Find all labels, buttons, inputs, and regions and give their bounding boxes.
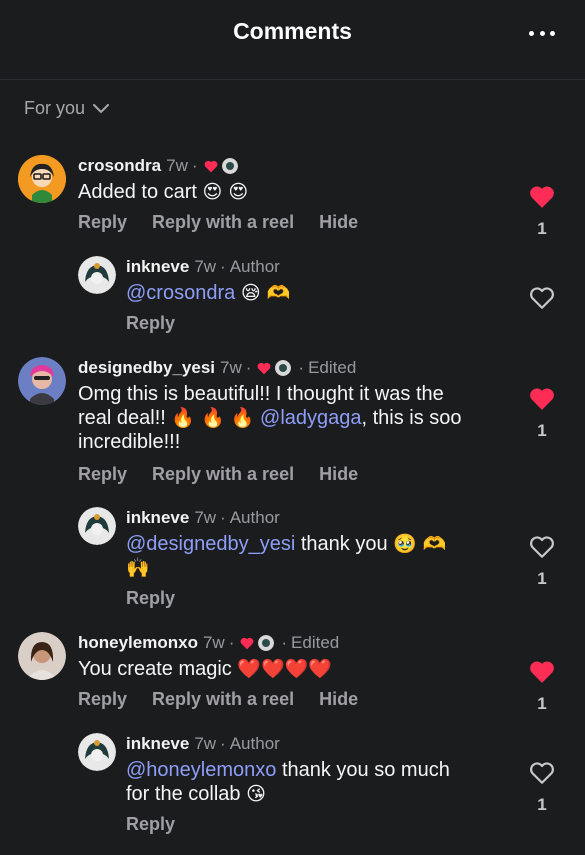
edited-label: Edited (308, 358, 357, 377)
like-count: 1 (537, 219, 547, 238)
author-badge: Author (229, 257, 280, 276)
reply-button[interactable]: Reply (126, 814, 175, 835)
hide-button[interactable]: Hide (319, 464, 358, 485)
heart-outline-icon[interactable] (529, 535, 555, 559)
comment-username[interactable]: inkneve (126, 734, 189, 754)
emoji: 😘 (246, 783, 266, 805)
creator-mini-avatar (275, 360, 292, 376)
emoji: 🥹 🫶 (393, 533, 447, 555)
header-bar: Comments (0, 0, 585, 80)
mention-link[interactable]: @ladygaga (260, 407, 361, 429)
comment-text: Added to cart 😍 😍 (78, 181, 249, 203)
dot-icon (529, 30, 534, 36)
hide-button[interactable]: Hide (319, 212, 358, 233)
reply-button[interactable]: Reply (78, 689, 127, 710)
heart-filled-icon[interactable] (529, 185, 555, 209)
emoji: 😪 🫶 (240, 282, 291, 304)
more-options-button[interactable] (529, 28, 555, 38)
like-count: 1 (537, 795, 547, 814)
avatar[interactable] (18, 632, 66, 680)
edited-label: Edited (291, 633, 340, 652)
comment-time: 7w (194, 508, 217, 527)
like-count: 1 (537, 421, 547, 440)
page-title: Comments (233, 18, 352, 44)
comment-username[interactable]: inkneve (126, 508, 189, 528)
heart-outline-icon[interactable] (529, 286, 555, 310)
chevron-down-icon (93, 103, 110, 113)
reply-with-reel-button[interactable]: Reply with a reel (152, 212, 294, 233)
creator-mini-avatar (221, 158, 238, 174)
like-count: 1 (537, 569, 547, 588)
creator-liked-heart-icon (204, 160, 217, 172)
hide-button[interactable]: Hide (319, 689, 358, 710)
creator-liked-heart-icon (240, 637, 254, 649)
comment-time: 7w (166, 156, 188, 175)
emoji: 🔥 🔥 🔥 (171, 407, 255, 429)
comment-time: 7w (220, 358, 242, 377)
comment-text: Omg this is beautiful!! I thought it was… (78, 383, 462, 453)
comment-username[interactable]: honeylemonxo (78, 633, 198, 653)
mention-link[interactable]: @designedby_yesi (126, 533, 295, 555)
comment-time: 7w (194, 734, 217, 753)
avatar[interactable] (78, 256, 116, 294)
mention-link[interactable]: @honeylemonxo (126, 759, 276, 781)
comment-username[interactable]: designedby_yesi (78, 358, 215, 378)
heart-filled-icon[interactable] (529, 660, 555, 684)
comment-time: 7w (202, 633, 225, 652)
comment-username[interactable]: crosondra (78, 156, 161, 176)
emoji: 🙌 (126, 557, 150, 579)
filter-label: For you (24, 98, 86, 118)
emoji: 😍 😍 (202, 181, 249, 203)
comment-time: 7w (194, 257, 217, 276)
emoji: ❤️❤️❤️❤️ (237, 658, 333, 680)
mention-link[interactable]: @crosondra (126, 282, 235, 304)
creator-mini-avatar (258, 635, 275, 651)
reply-with-reel-button[interactable]: Reply with a reel (152, 464, 294, 485)
dot-icon (550, 30, 555, 36)
like-count: 1 (537, 694, 547, 713)
heart-outline-icon[interactable] (529, 761, 555, 785)
comment-text: You create magic ❤️❤️❤️❤️ (78, 658, 333, 680)
reply-button[interactable]: Reply (126, 588, 175, 609)
author-badge: Author (229, 734, 280, 753)
dot-icon (539, 30, 545, 36)
avatar[interactable] (78, 733, 116, 771)
comment-text: @crosondra 😪 🫶 (126, 281, 508, 305)
sort-filter-dropdown[interactable]: For you (24, 98, 110, 119)
avatar[interactable] (78, 507, 116, 545)
reply-with-reel-button[interactable]: Reply with a reel (152, 689, 294, 710)
heart-filled-icon[interactable] (529, 387, 555, 411)
reply-button[interactable]: Reply (126, 313, 175, 334)
avatar[interactable] (18, 357, 66, 405)
reply-button[interactable]: Reply (78, 464, 127, 485)
comment-username[interactable]: inkneve (126, 257, 189, 277)
comment-text: @designedby_yesi thank you 🥹 🫶 🙌 (126, 532, 508, 580)
author-badge: Author (229, 508, 280, 527)
reply-button[interactable]: Reply (78, 212, 127, 233)
avatar[interactable] (18, 155, 66, 203)
creator-liked-heart-icon (258, 362, 271, 374)
comment-text: @honeylemonxo thank you so much for the … (126, 759, 450, 805)
